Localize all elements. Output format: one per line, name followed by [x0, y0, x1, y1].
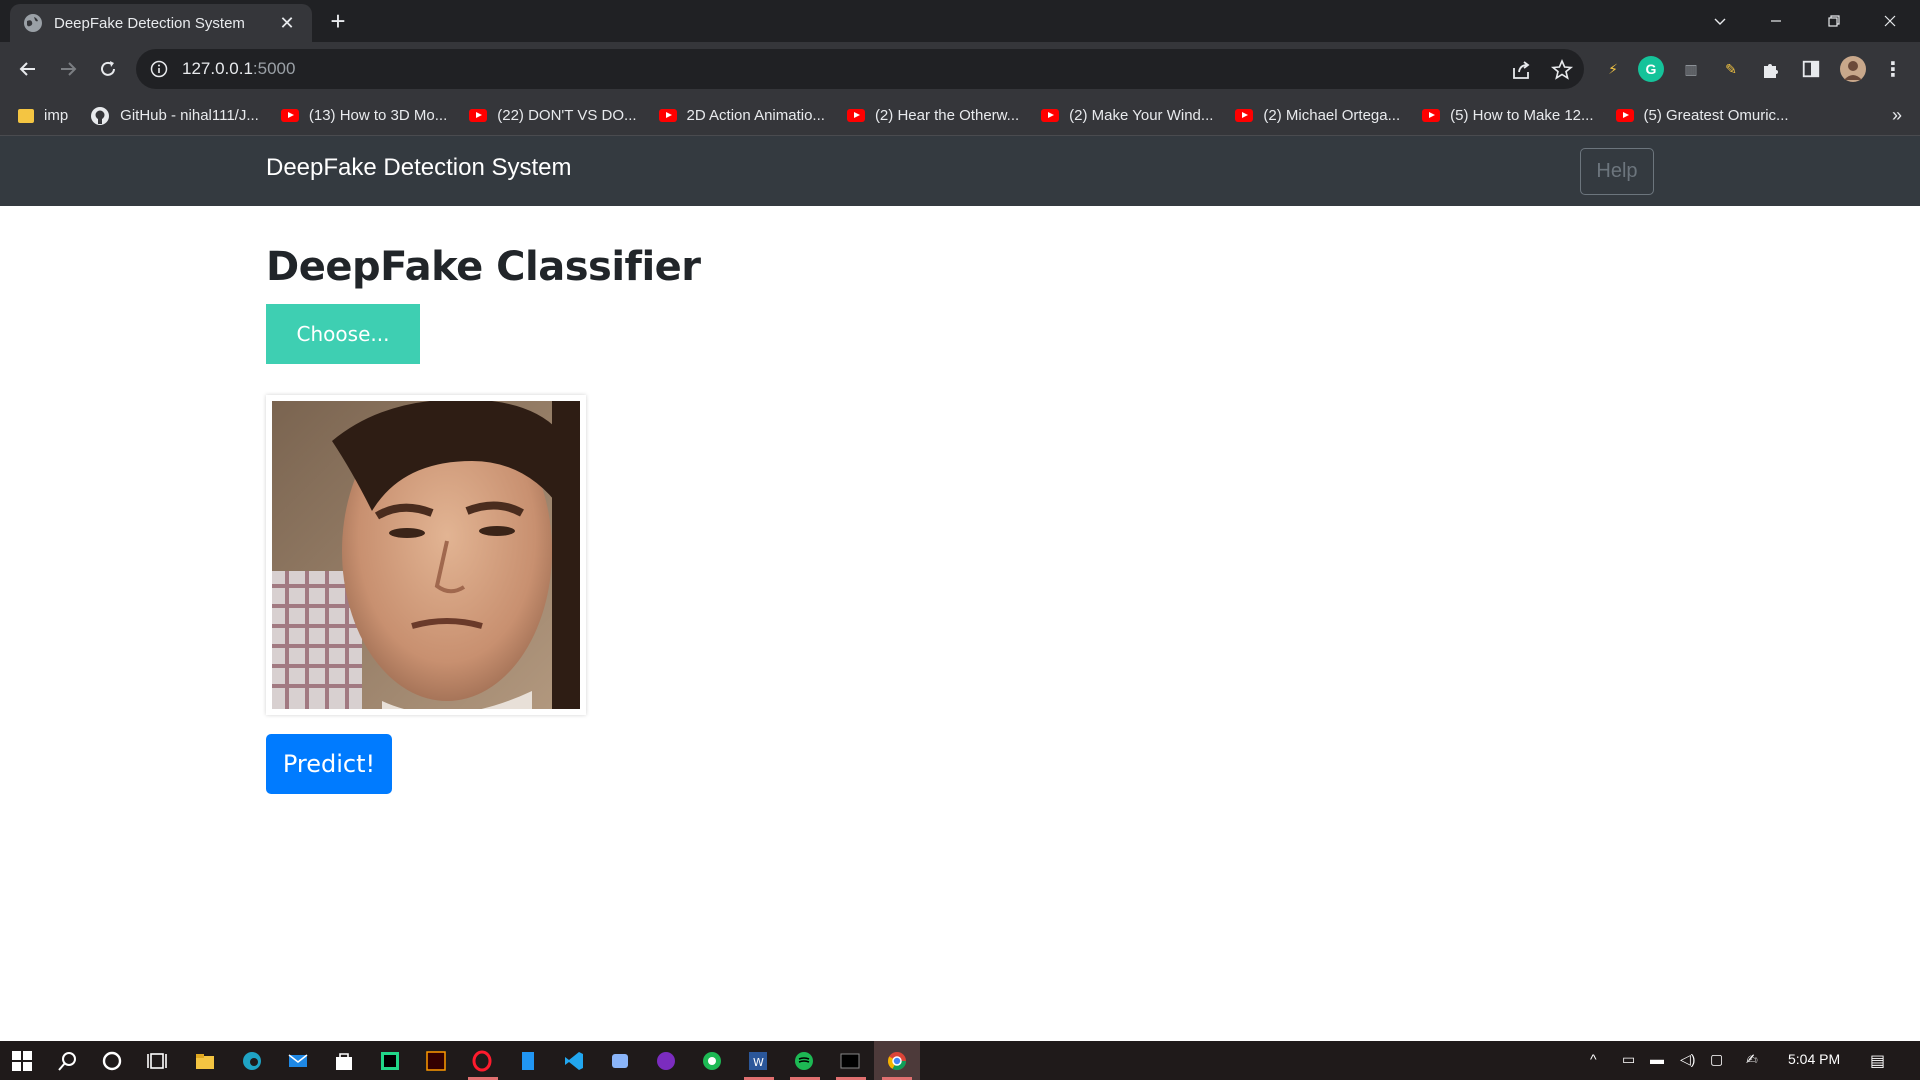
bookmark-item[interactable]: (5) Greatest Omuric... [1615, 107, 1789, 124]
youtube-icon [469, 109, 488, 122]
chart-extension-icon[interactable]: ▥ [1678, 56, 1704, 82]
page-title: DeepFake Classifier [266, 244, 701, 290]
close-window-button[interactable] [1862, 0, 1918, 42]
green-app-icon[interactable] [700, 1049, 724, 1073]
new-tab-button[interactable]: + [324, 8, 352, 36]
file-explorer-icon[interactable] [193, 1049, 217, 1073]
vscode-icon[interactable] [562, 1049, 586, 1073]
puzzle-icon[interactable] [1758, 56, 1784, 82]
bookmark-star-icon[interactable] [1550, 58, 1574, 82]
clock-time[interactable]: 5:04 PM [1788, 1051, 1840, 1067]
battery-icon[interactable]: ▬ [1650, 1051, 1664, 1067]
youtube-icon [1615, 109, 1634, 122]
web-page: DeepFake Detection System Help DeepFake … [0, 136, 1920, 1041]
minimize-button[interactable] [1748, 0, 1804, 42]
opera-icon[interactable] [470, 1049, 494, 1073]
purple-app-icon[interactable] [654, 1049, 678, 1073]
share-icon[interactable] [1510, 58, 1534, 82]
bookmark-label: (2) Hear the Otherw... [874, 107, 1020, 124]
youtube-icon [658, 109, 677, 122]
bookmark-item[interactable]: GitHub - nihal111/J... [90, 106, 259, 126]
browser-tab-active[interactable]: DeepFake Detection System ✕ [10, 4, 312, 42]
bookmark-label: (5) Greatest Omuric... [1643, 107, 1789, 124]
bookmark-label: (22) DON'T VS DO... [497, 107, 637, 124]
site-navbar: DeepFake Detection System Help [0, 136, 1920, 206]
youtube-icon [846, 109, 865, 122]
youtube-icon [280, 109, 299, 122]
search-icon[interactable] [56, 1049, 80, 1073]
image-preview [266, 395, 586, 715]
bookmark-label: (2) Make Your Wind... [1069, 107, 1214, 124]
grammarly-icon[interactable]: G [1638, 56, 1664, 82]
folder-icon [18, 108, 34, 123]
predict-button[interactable]: Predict! [266, 734, 392, 794]
bookmark-item[interactable]: (13) How to 3D Mo... [280, 107, 448, 124]
bookmark-item[interactable]: 2D Action Animatio... [658, 107, 825, 124]
meet-now-icon[interactable]: ▭ [1622, 1051, 1635, 1068]
cortana-icon[interactable] [100, 1049, 124, 1073]
bookmark-label: (5) How to Make 12... [1450, 107, 1594, 124]
browser-tab-strip: DeepFake Detection System ✕ + [0, 0, 1920, 42]
tab-search-icon[interactable] [1692, 0, 1748, 42]
bookmark-item[interactable]: (22) DON'T VS DO... [469, 107, 637, 124]
choose-file-button[interactable]: Choose... [266, 304, 420, 364]
extension-icon[interactable]: ⚡ [1600, 56, 1626, 82]
bookmark-item[interactable]: imp [18, 107, 68, 124]
navbar-brand[interactable]: DeepFake Detection System [266, 154, 571, 182]
uploaded-face-image [272, 401, 580, 709]
address-bar[interactable]: 127.0.0.1 :5000 [136, 49, 1584, 89]
store-icon[interactable] [332, 1049, 356, 1073]
menu-kebab-icon[interactable]: ⋮ [1880, 56, 1906, 82]
side-panel-icon[interactable] [1798, 56, 1824, 82]
bookmark-label: imp [44, 107, 69, 124]
restore-button[interactable] [1806, 0, 1862, 42]
pen-extension-icon[interactable]: ✎ [1718, 56, 1744, 82]
youtube-icon [1422, 109, 1441, 122]
app-icon[interactable] [608, 1049, 632, 1073]
word-icon[interactable]: W [746, 1049, 770, 1073]
tab-close-icon[interactable]: ✕ [276, 13, 298, 34]
bookmark-item[interactable]: (5) How to Make 12... [1422, 107, 1594, 124]
bookmark-label: (13) How to 3D Mo... [308, 107, 448, 124]
volume-icon[interactable]: ◁) [1680, 1051, 1695, 1068]
info-icon[interactable] [150, 60, 168, 78]
windows-start-icon[interactable] [10, 1049, 34, 1073]
reload-button[interactable] [94, 55, 122, 83]
youtube-icon [1041, 109, 1060, 122]
pycharm-icon[interactable] [378, 1049, 402, 1073]
profile-avatar[interactable] [1840, 56, 1866, 82]
terminal-icon[interactable] [838, 1049, 862, 1073]
bookmarks-bar: imp GitHub - nihal111/J... (13) How to 3… [0, 96, 1920, 136]
forward-button[interactable] [54, 55, 82, 83]
browser-toolbar: 127.0.0.1 :5000 ⚡ G ▥ ✎ ⋮ [0, 42, 1920, 96]
bookmarks-overflow-icon[interactable]: » [1892, 105, 1902, 126]
bookmark-item[interactable]: (2) Hear the Otherw... [846, 107, 1020, 124]
back-button[interactable] [14, 55, 42, 83]
url-host: 127.0.0.1 [182, 59, 253, 78]
youtube-icon [1235, 109, 1254, 122]
notifications-icon[interactable]: ▤ [1870, 1051, 1885, 1071]
svg-text:W: W [753, 1056, 764, 1069]
task-view-icon[interactable] [145, 1049, 169, 1073]
pen-icon[interactable]: ✍ [1746, 1051, 1758, 1068]
tab-title: DeepFake Detection System [54, 14, 245, 32]
globe-icon [24, 14, 42, 32]
bookmark-label: 2D Action Animatio... [686, 107, 825, 124]
bookmark-label: GitHub - nihal111/J... [120, 107, 259, 124]
file-icon[interactable] [516, 1049, 540, 1073]
windows-taskbar: W ^ ▭ ▬ ◁) ▢ ✍ 5:04 PM ▤ [0, 1041, 1920, 1080]
spotify-icon[interactable] [792, 1049, 816, 1073]
edge-icon[interactable] [240, 1049, 264, 1073]
mail-icon[interactable] [286, 1049, 310, 1073]
bookmark-item[interactable]: (2) Michael Ortega... [1235, 107, 1400, 124]
help-button[interactable]: Help [1580, 148, 1654, 195]
github-icon [91, 106, 110, 125]
chrome-icon[interactable] [885, 1049, 909, 1073]
bookmark-label: (2) Michael Ortega... [1263, 107, 1401, 124]
url-port: :5000 [252, 59, 296, 78]
tray-chevron-icon[interactable]: ^ [1590, 1051, 1597, 1067]
bookmark-item[interactable]: (2) Make Your Wind... [1041, 107, 1213, 124]
illustrator-icon[interactable] [424, 1049, 448, 1073]
network-icon[interactable]: ▢ [1710, 1051, 1723, 1068]
